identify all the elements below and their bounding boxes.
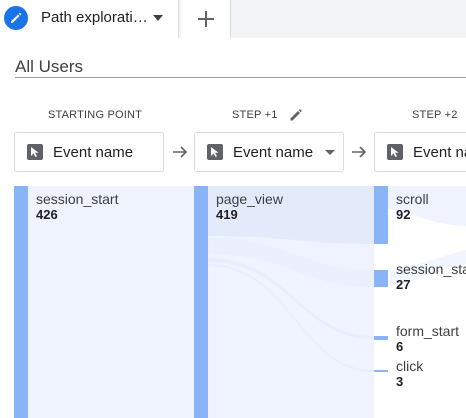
exploration-pencil-icon [4, 6, 28, 30]
node-bar-form-start[interactable] [374, 336, 388, 340]
node-count-click: 3 [396, 374, 404, 389]
node-count-session-start: 426 [36, 207, 58, 222]
arrow-right-icon [173, 146, 188, 158]
node-count-form-start: 6 [396, 339, 404, 354]
selector-label: Event name [53, 144, 134, 161]
step-header-start: STARTING POINT [48, 109, 143, 121]
step-1-selector[interactable]: Event name [194, 132, 344, 172]
plus-icon [197, 11, 214, 27]
node-count-page-view: 419 [216, 207, 238, 222]
segment-divider [15, 77, 466, 78]
node-bar-session-start-2[interactable] [374, 270, 388, 287]
node-name-session-start: session_start [36, 191, 119, 207]
node-count-scroll: 92 [396, 207, 411, 222]
selector-label: Event name [413, 144, 466, 161]
selector-label: Event name [233, 144, 314, 161]
tab-title: Path explorati… [41, 9, 148, 26]
segment-label[interactable]: All Users [15, 57, 83, 77]
cursor-click-icon [207, 144, 223, 160]
dropdown-caret-icon[interactable] [151, 13, 165, 23]
node-name-click: click [396, 358, 424, 374]
dropdown-caret-icon [325, 150, 335, 155]
step-header-1: STEP +1 [232, 109, 278, 121]
node-bar-click[interactable] [374, 370, 388, 372]
node-name-session-start-2: session_start [396, 261, 466, 277]
cursor-click-icon [27, 144, 43, 160]
step-header-2: STEP +2 [412, 109, 458, 121]
starting-point-selector[interactable]: Event name [14, 132, 164, 172]
node-bar-scroll[interactable] [374, 186, 388, 244]
tab-bar: Path explorati… [0, 0, 466, 38]
node-bar-page-view[interactable] [194, 186, 208, 418]
node-name-page-view: page_view [216, 191, 283, 207]
arrow-right-icon [352, 146, 367, 158]
node-name-form-start: form_start [396, 323, 460, 339]
path-exploration-view: Path explorati… All Users STARTING POINT… [0, 0, 466, 418]
edit-pencil-icon[interactable] [288, 107, 304, 123]
tab-path-exploration[interactable]: Path explorati… [0, 0, 179, 38]
cursor-click-icon [387, 144, 403, 160]
node-name-scroll: scroll [396, 191, 429, 207]
node-bar-session-start[interactable] [14, 186, 28, 418]
node-count-session-start-2: 27 [396, 277, 411, 292]
step-2-selector[interactable]: Event name [374, 132, 466, 172]
add-tab-button[interactable] [181, 0, 231, 38]
